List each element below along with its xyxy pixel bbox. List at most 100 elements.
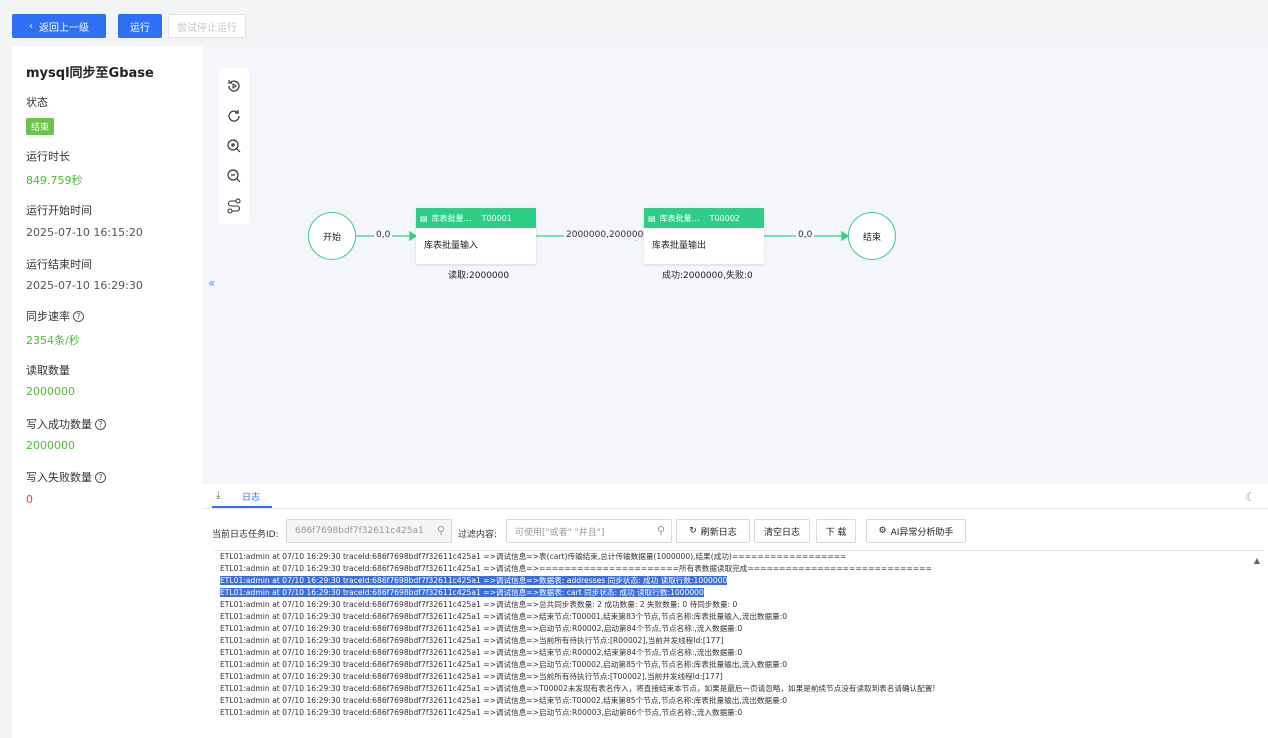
log-line: ETL01:admin at 07/10 16:29:30 traceId:68…: [214, 683, 1264, 695]
download-arrow-icon[interactable]: ⤓: [216, 490, 220, 501]
refresh-log-button[interactable]: ↻ 刷新日志: [676, 519, 750, 543]
rate-label: 同步速率 ?: [26, 308, 84, 324]
task-node-header: ▤ 库表批量… T00002: [644, 208, 764, 228]
chevron-left-icon: ‹: [29, 20, 33, 32]
task-node-stat: 读取:2000000: [448, 271, 510, 281]
log-line: ETL01:admin at 07/10 16:29:30 traceId:68…: [214, 587, 1264, 599]
task-node-body: 库表批量输出: [652, 241, 707, 251]
start-time-label: 运行开始时间: [26, 204, 92, 217]
task-node-body: 库表批量输入: [424, 241, 479, 251]
tab-log[interactable]: 日志: [242, 490, 260, 503]
ai-assistant-button[interactable]: ⚙ AI异常分析助手: [866, 519, 966, 543]
log-line: ETL01:admin at 07/10 16:29:30 traceId:68…: [214, 635, 1264, 647]
edge-label: 0,0: [796, 230, 815, 240]
log-line-text: ETL01:admin at 07/10 16:29:30 traceId:68…: [220, 684, 936, 693]
log-output[interactable]: ETL01:admin at 07/10 16:29:30 traceId:68…: [214, 550, 1264, 738]
stop-button[interactable]: 尝试停止运行: [168, 14, 246, 38]
log-line-text: ETL01:admin at 07/10 16:29:30 traceId:68…: [220, 708, 743, 717]
log-line: ETL01:admin at 07/10 16:29:30 traceId:68…: [214, 611, 1264, 623]
table-icon: ▤: [648, 213, 656, 223]
help-icon[interactable]: ?: [95, 418, 106, 430]
log-line: ETL01:admin at 07/10 16:29:30 traceId:68…: [214, 671, 1264, 683]
start-node-label: 开始: [322, 232, 341, 243]
help-icon[interactable]: ?: [73, 310, 84, 322]
task-id-label: 当前日志任务ID:: [212, 530, 279, 540]
log-line: ETL01:admin at 07/10 16:29:30 traceId:68…: [214, 647, 1264, 659]
log-line: ETL01:admin at 07/10 16:29:30 traceId:68…: [214, 659, 1264, 671]
back-button[interactable]: ‹ 返回上一级: [12, 14, 106, 38]
log-line: ETL01:admin at 07/10 16:29:30 traceId:68…: [214, 575, 1264, 587]
log-line: ETL01:admin at 07/10 16:29:30 traceId:68…: [214, 599, 1264, 611]
log-line-text: ETL01:admin at 07/10 16:29:30 traceId:68…: [220, 576, 728, 585]
edge-label: 0,0: [374, 230, 393, 240]
job-title: mysql同步至Gbase: [26, 66, 154, 81]
start-node[interactable]: 开始: [308, 212, 356, 260]
log-line-text: ETL01:admin at 07/10 16:29:30 traceId:68…: [220, 552, 847, 561]
read-count-value: 2000000: [26, 385, 75, 398]
log-line-text: ETL01:admin at 07/10 16:29:30 traceId:68…: [220, 672, 723, 681]
log-panel: ⤓ 日志 ☾ 当前日志任务ID: 686f7698bdf7f32611c425a…: [202, 484, 1268, 738]
task-node-name: 库表批量…: [659, 213, 700, 223]
log-line-text: ETL01:admin at 07/10 16:29:30 traceId:68…: [220, 588, 704, 597]
task-node-t00002[interactable]: ▤ 库表批量… T00002 库表批量输出: [644, 208, 764, 264]
log-line: ETL01:admin at 07/10 16:29:30 traceId:68…: [214, 551, 1264, 563]
help-icon[interactable]: ?: [95, 471, 106, 483]
log-line-text: ETL01:admin at 07/10 16:29:30 traceId:68…: [220, 600, 738, 609]
filter-placeholder: 可使用["或者" "并且"]: [515, 527, 605, 538]
log-line: ETL01:admin at 07/10 16:29:30 traceId:68…: [214, 707, 1264, 719]
end-time-label: 运行结束时间: [26, 258, 92, 271]
write-fail-label-text: 写入失败数量: [26, 471, 92, 484]
duration-label: 运行时长: [26, 150, 70, 163]
search-icon[interactable]: ⚲: [437, 524, 445, 537]
rate-value: 2354条/秒: [26, 334, 80, 347]
table-icon: ▤: [420, 213, 428, 223]
status-badge: 结束: [26, 118, 55, 135]
write-ok-label-text: 写入成功数量: [26, 418, 92, 431]
log-line-text: ETL01:admin at 07/10 16:29:30 traceId:68…: [220, 624, 743, 633]
log-line: ETL01:admin at 07/10 16:29:30 traceId:68…: [214, 623, 1264, 635]
flow-edges: [356, 230, 850, 242]
log-line-text: ETL01:admin at 07/10 16:29:30 traceId:68…: [220, 660, 788, 669]
read-count-label: 读取数量: [26, 364, 70, 377]
write-fail-value: 0: [26, 493, 33, 506]
task-node-name: 库表批量…: [431, 213, 472, 223]
search-icon[interactable]: ⚲: [657, 524, 665, 537]
end-node-label: 结束: [862, 232, 881, 243]
back-button-label: 返回上一级: [39, 22, 89, 34]
task-node-id: T00001: [481, 213, 512, 223]
task-id-field[interactable]: 686f7698bdf7f32611c425a1 ⚲: [286, 519, 452, 543]
log-line: ETL01:admin at 07/10 16:29:30 traceId:68…: [214, 563, 1264, 575]
task-node-header: ▤ 库表批量… T00001: [416, 208, 536, 228]
write-ok-value: 2000000: [26, 439, 75, 452]
task-node-t00001[interactable]: ▤ 库表批量… T00001 库表批量输入: [416, 208, 536, 264]
task-node-stat: 成功:2000000,失败:0: [662, 271, 753, 281]
log-line-text: ETL01:admin at 07/10 16:29:30 traceId:68…: [220, 696, 788, 705]
log-line-text: ETL01:admin at 07/10 16:29:30 traceId:68…: [220, 564, 932, 573]
log-line-text: ETL01:admin at 07/10 16:29:30 traceId:68…: [220, 636, 724, 645]
flow-canvas[interactable]: « 开始 0,0 ▤ 库表批量… T00001 库表批量输入 读取:200000…: [202, 46, 1268, 484]
scroll-up-icon[interactable]: ▲: [1254, 556, 1260, 565]
refresh-log-label: 刷新日志: [700, 527, 737, 538]
write-ok-label: 写入成功数量 ?: [26, 416, 106, 432]
start-time-value: 2025-07-10 16:15:20: [26, 226, 143, 239]
log-line-text: ETL01:admin at 07/10 16:29:30 traceId:68…: [220, 612, 788, 621]
write-fail-label: 写入失败数量 ?: [26, 469, 106, 485]
rate-label-text: 同步速率: [26, 310, 70, 323]
tab-divider: [202, 508, 1268, 509]
filter-input[interactable]: 可使用["或者" "并且"] ⚲: [506, 519, 672, 543]
download-button[interactable]: 下 载: [816, 519, 856, 543]
log-line: ETL01:admin at 07/10 16:29:30 traceId:68…: [214, 695, 1264, 707]
edge-label: 2000000,2000000: [564, 230, 652, 240]
end-node[interactable]: 结束: [848, 212, 896, 260]
theme-moon-icon[interactable]: ☾: [1245, 490, 1256, 504]
log-line-text: ETL01:admin at 07/10 16:29:30 traceId:68…: [220, 648, 743, 657]
duration-value: 849.759秒: [26, 174, 83, 187]
status-label: 状态: [26, 96, 48, 109]
clear-log-button[interactable]: 清空日志: [754, 519, 810, 543]
task-node-id: T00002: [709, 213, 740, 223]
task-id-value: 686f7698bdf7f32611c425a1: [295, 526, 424, 536]
refresh-icon: ↻: [689, 526, 697, 536]
run-info-sidebar: mysql同步至Gbase 状态 结束 运行时长 849.759秒 运行开始时间…: [12, 46, 202, 738]
run-button[interactable]: 运行: [118, 14, 162, 38]
top-toolbar: ‹ 返回上一级 运行 尝试停止运行: [0, 0, 1268, 44]
